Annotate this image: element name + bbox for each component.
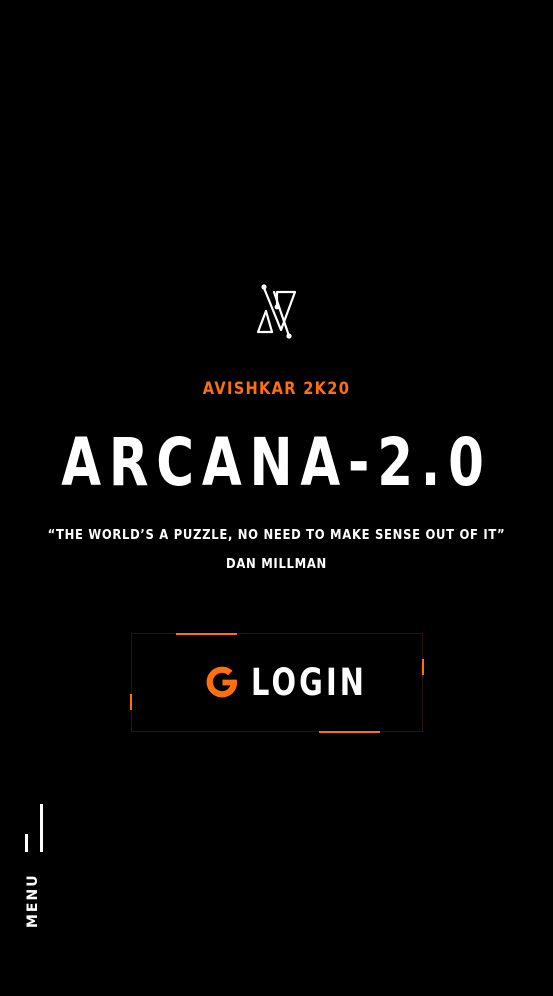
page-title: ARCANA-2.0	[61, 424, 492, 501]
menu-bar-tall	[40, 804, 43, 852]
event-subtitle: AVISHKAR 2K20	[202, 379, 351, 399]
login-label: LOGIN	[251, 661, 368, 704]
accent-line-bottom	[319, 731, 380, 733]
menu-button[interactable]: MENU	[25, 873, 41, 928]
menu-bar-short	[25, 834, 28, 852]
google-g-icon	[206, 666, 238, 697]
login-button[interactable]: LOGIN	[130, 633, 424, 733]
menu-bars-icon[interactable]	[24, 802, 46, 852]
quote-author: DAN MILLMAN	[226, 556, 327, 572]
arcana-logo-icon	[256, 284, 297, 339]
quote-text: “THE WORLD’S A PUZZLE, NO NEED TO MAKE S…	[47, 527, 506, 543]
accent-line-right	[422, 659, 424, 675]
